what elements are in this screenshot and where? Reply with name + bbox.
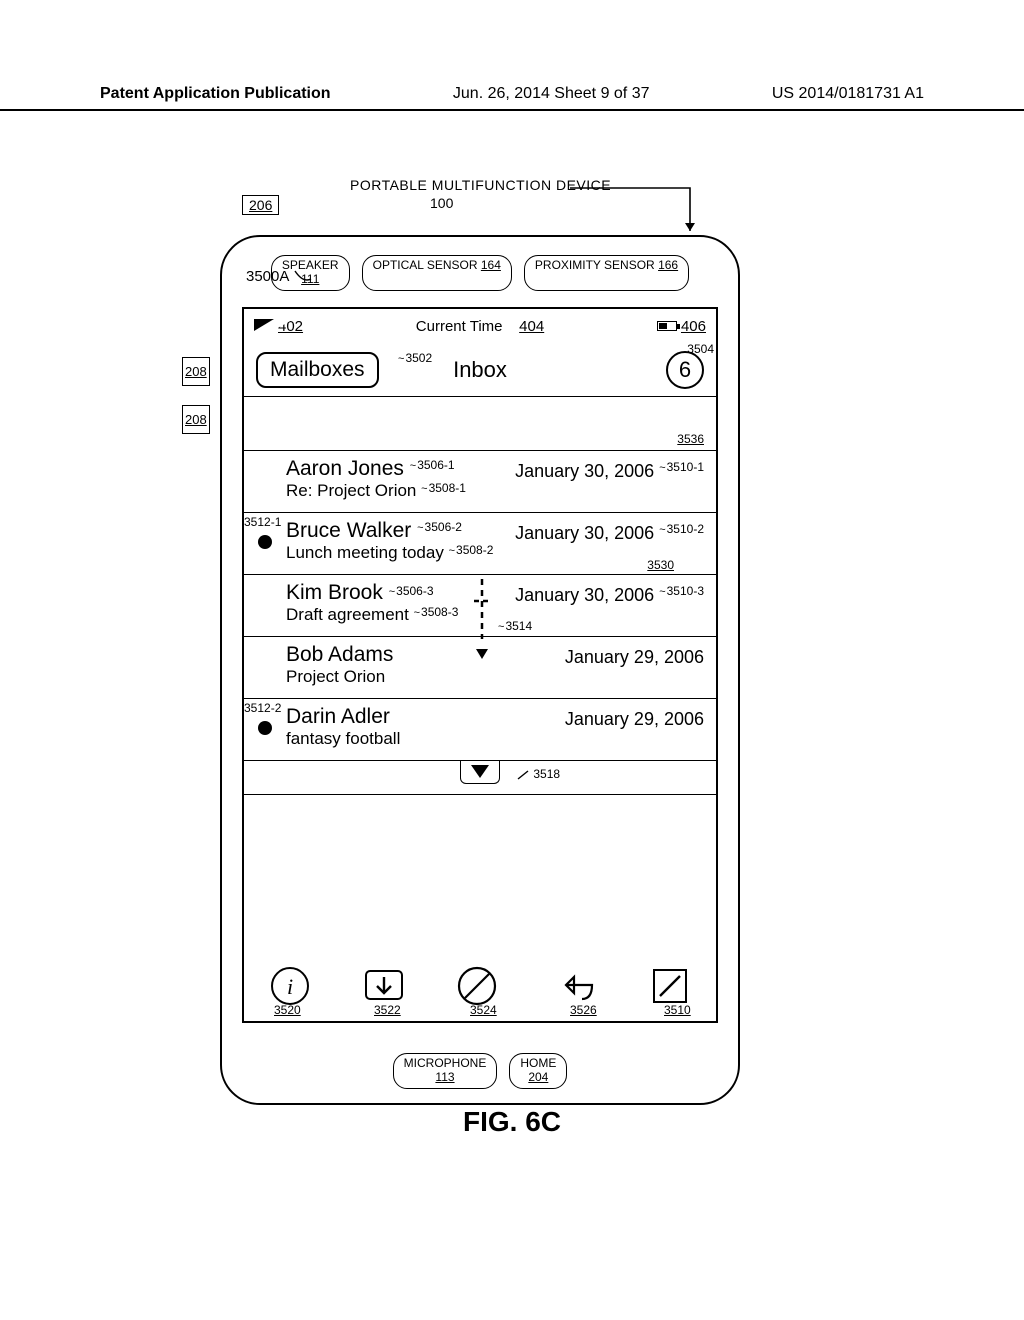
ref-3524: 3524 [470, 1003, 497, 1017]
subject-text: Project Orion [286, 667, 704, 687]
mail-row[interactable]: 3512-1 Bruce Walker 3506-2 Lunch meeting… [244, 513, 716, 575]
subject-text: fantasy football [286, 729, 704, 749]
ref-3510-3: 3510-3 [659, 584, 704, 598]
signal-icon [254, 319, 274, 331]
svg-text:i: i [287, 974, 293, 999]
subject-text: Draft agreement [286, 605, 409, 624]
ref-3526: 3526 [570, 1003, 597, 1017]
date-text: January 30, 2006 [515, 523, 654, 543]
inbox-title: Inbox [453, 357, 507, 383]
ref-100: 100 [430, 195, 453, 211]
compose-button[interactable] [649, 965, 691, 1007]
ref-3522: 3522 [374, 1003, 401, 1017]
pub-label: Patent Application Publication [100, 85, 331, 103]
reply-button[interactable] [548, 965, 598, 1007]
status-bar: 402 Current Time 404 406 [244, 309, 716, 343]
move-button[interactable] [362, 965, 406, 1007]
block-button[interactable] [456, 965, 498, 1007]
ref-3506-2: 3506-2 [417, 520, 462, 534]
device-body: 208 208 3500A SPEAKER 111 OPTICAL SENSOR… [220, 235, 740, 1105]
figure-6c: 206 PORTABLE MULTIFUNCTION DEVICE 100 20… [190, 175, 750, 1105]
sheet-label: Jun. 26, 2014 Sheet 9 of 37 [453, 85, 650, 103]
chevron-down-icon [471, 765, 489, 778]
ref-3512-1: 3512-1 [244, 515, 281, 529]
mail-row[interactable]: Kim Brook 3506-3 Draft agreement 3508-3 … [244, 575, 716, 637]
figure-label: FIG. 6C [0, 1106, 1024, 1138]
unread-dot-icon [258, 721, 272, 735]
subject-text: Lunch meeting today [286, 543, 444, 562]
sender-name: Bruce Walker [286, 519, 411, 542]
pub-number: US 2014/0181731 A1 [772, 85, 924, 103]
ref-3504: 3504 [687, 342, 714, 356]
mailboxes-button[interactable]: Mailboxes [256, 352, 379, 388]
unread-count-badge: 6 [666, 351, 704, 389]
date-text: January 30, 2006 [515, 461, 654, 481]
ref-3530: 3530 [647, 558, 674, 572]
nav-bar: Mailboxes 3502 Inbox 6 3504 [244, 343, 716, 397]
ref-3518: 3518 [516, 767, 560, 781]
ref-3506-3: 3506-3 [389, 584, 434, 598]
info-icon: i [269, 965, 311, 1007]
date-text: January 29, 2006 [565, 647, 704, 668]
leader-arrow-icon [570, 183, 720, 233]
ref-206: 206 [242, 195, 279, 215]
mail-row[interactable]: 3512-2 Darin Adler fantasy football Janu… [244, 699, 716, 761]
ref-3536: 3536 [677, 432, 704, 446]
blank-section: 3536 [244, 397, 716, 451]
date-text: January 29, 2006 [565, 709, 704, 730]
pager-down-button[interactable] [460, 760, 500, 784]
ref-3506-1: 3506-1 [410, 458, 455, 472]
ref-3508-2: 3508-2 [449, 543, 494, 557]
bottom-sensors: MICROPHONE 113 HOME 204 [222, 1053, 738, 1089]
sender-name: Kim Brook [286, 581, 383, 604]
sensor-row: SPEAKER 111 OPTICAL SENSOR 164 PROXIMITY… [222, 255, 738, 291]
no-entry-icon [456, 965, 498, 1007]
unread-dot-icon [258, 535, 272, 549]
ref-3508-3: 3508-3 [414, 605, 459, 619]
ref-208-b: 208 [182, 405, 210, 434]
speaker-label: SPEAKER 111 [271, 255, 350, 291]
mail-row[interactable]: Bob Adams Project Orion January 29, 2006 [244, 637, 716, 699]
ref-3512-2: 3512-2 [244, 701, 281, 715]
top-labels: 206 PORTABLE MULTIFUNCTION DEVICE 100 [190, 175, 750, 235]
current-time-label: Current Time [416, 318, 503, 335]
device-screen: 402 Current Time 404 406 Mailboxes 3502 … [242, 307, 718, 1023]
ref-3510-2: 3510-2 [659, 522, 704, 536]
proximity-sensor-label: PROXIMITY SENSOR 166 [524, 255, 689, 291]
ref-3514: 3514 [498, 619, 532, 633]
date-text: January 30, 2006 [515, 585, 654, 605]
battery-icon [657, 321, 677, 331]
ref-3520: 3520 [274, 1003, 301, 1017]
ref-3510-1: 3510-1 [659, 460, 704, 474]
ref-3502: 3502 [398, 351, 432, 365]
ref-3510: 3510 [664, 1003, 691, 1017]
ref-208-a: 208 [182, 357, 210, 386]
optical-sensor-label: OPTICAL SENSOR 164 [362, 255, 512, 291]
subject-text: Re: Project Orion [286, 481, 416, 500]
page-header: Patent Application Publication Jun. 26, … [0, 85, 1024, 111]
pager-row: 3518 [244, 761, 716, 795]
home-button-label: HOME 204 [509, 1053, 567, 1089]
reply-arrow-icon [548, 965, 598, 1007]
compose-icon [649, 965, 691, 1007]
ref-404: 404 [519, 318, 544, 335]
sender-name: Aaron Jones [286, 457, 404, 480]
ref-3508-1: 3508-1 [421, 481, 466, 495]
ref-406: 406 [681, 318, 706, 335]
inbox-icon [362, 965, 406, 1007]
mail-row[interactable]: Aaron Jones 3506-1 Re: Project Orion 350… [244, 451, 716, 513]
microphone-label: MICROPHONE 113 [393, 1053, 498, 1089]
info-button[interactable]: i [269, 965, 311, 1007]
